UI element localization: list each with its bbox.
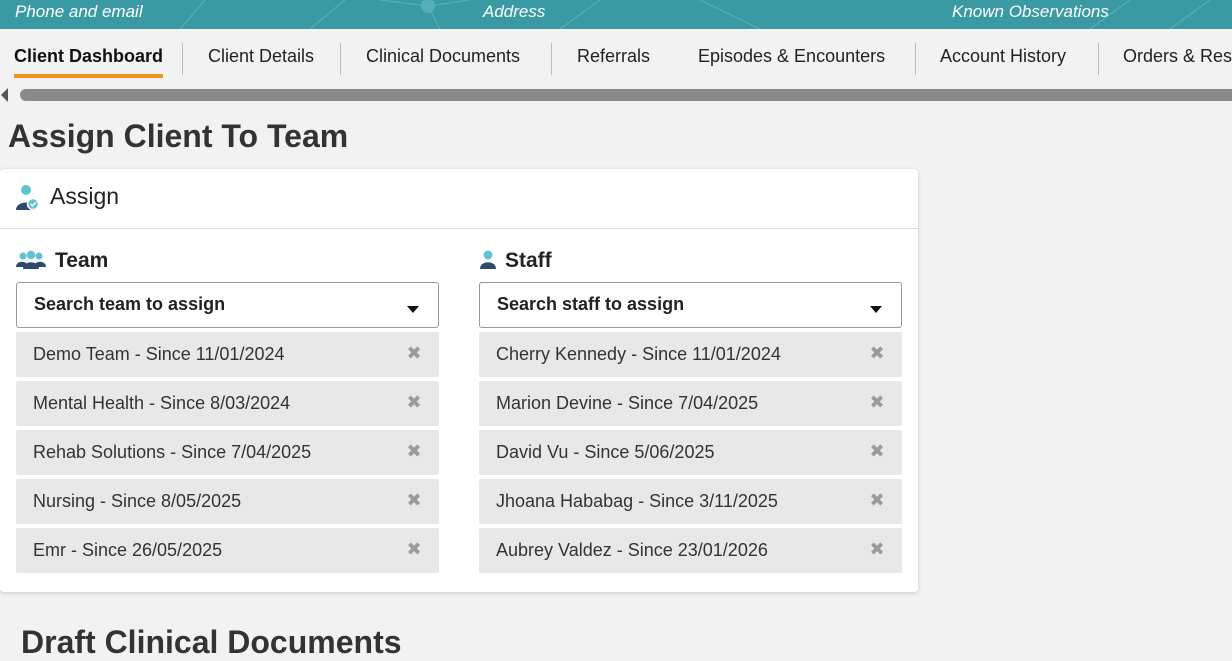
team-column: Team Search team to assign Demo Team - S… [16, 247, 439, 577]
team-item-label: Nursing - Since 8/05/2025 [33, 491, 242, 511]
tab-episodes-encounters[interactable]: Episodes & Encounters [698, 46, 885, 67]
staff-item-label: David Vu - Since 5/06/2025 [496, 442, 715, 462]
team-search-select[interactable]: Search team to assign [16, 282, 439, 328]
staff-list-item: David Vu - Since 5/06/2025 ✖ [479, 430, 902, 475]
remove-icon[interactable]: ✖ [868, 344, 886, 362]
team-item-label: Mental Health - Since 8/03/2024 [33, 393, 291, 413]
staff-search-placeholder: Search staff to assign [497, 294, 685, 314]
staff-list-item: Jhoana Hababag - Since 3/11/2025 ✖ [479, 479, 902, 524]
scroll-left-arrow-icon[interactable] [1, 88, 8, 102]
chevron-down-icon[interactable] [870, 306, 882, 313]
staff-list-item: Marion Devine - Since 7/04/2025 ✖ [479, 381, 902, 426]
user-icon [479, 250, 497, 275]
staff-search-select[interactable]: Search staff to assign [479, 282, 902, 328]
address-heading: Address [483, 2, 546, 21]
tab-client-details[interactable]: Client Details [208, 46, 314, 67]
team-list-item: Emr - Since 26/05/2025 ✖ [16, 528, 439, 573]
remove-icon[interactable]: ✖ [868, 540, 886, 558]
staff-column: Staff Search staff to assign Cherry Kenn… [479, 247, 902, 577]
staff-item-label: Marion Devine - Since 7/04/2025 [496, 393, 759, 413]
tab-divider [1098, 43, 1099, 75]
tab-divider [915, 43, 916, 75]
client-header-bar: Phone and email Address Known Observatio… [0, 0, 1232, 29]
staff-list-item: Cherry Kennedy - Since 11/01/2024 ✖ [479, 332, 902, 377]
team-search-placeholder: Search team to assign [34, 294, 226, 314]
tab-orders-results[interactable]: Orders & Res [1123, 46, 1232, 67]
tab-divider [340, 43, 341, 75]
team-item-label: Rehab Solutions - Since 7/04/2025 [33, 442, 312, 462]
client-tabs: Client Dashboard Client Details Clinical… [0, 29, 1232, 85]
remove-icon[interactable]: ✖ [868, 491, 886, 509]
staff-item-label: Aubrey Valdez - Since 23/01/2026 [496, 540, 768, 560]
user-check-icon [14, 183, 40, 216]
team-heading: Team [16, 247, 439, 275]
staff-list: Cherry Kennedy - Since 11/01/2024 ✖ Mari… [479, 332, 902, 573]
staff-list-item: Aubrey Valdez - Since 23/01/2026 ✖ [479, 528, 902, 573]
chevron-down-icon[interactable] [407, 306, 419, 313]
team-list-item: Demo Team - Since 11/01/2024 ✖ [16, 332, 439, 377]
tab-divider [182, 43, 183, 75]
remove-icon[interactable]: ✖ [405, 393, 423, 411]
team-item-label: Demo Team - Since 11/01/2024 [33, 344, 285, 364]
assign-card: Assign Team Search team to assign Demo T… [0, 169, 918, 592]
phone-email-heading: Phone and email [15, 2, 143, 21]
remove-icon[interactable]: ✖ [868, 393, 886, 411]
page-title: Assign Client To Team [8, 118, 349, 154]
scrollbar-thumb[interactable] [20, 89, 1232, 101]
tab-client-dashboard[interactable]: Client Dashboard [14, 46, 164, 78]
team-list-item: Mental Health - Since 8/03/2024 ✖ [16, 381, 439, 426]
known-observations-heading: Known Observations [952, 2, 1109, 21]
remove-icon[interactable]: ✖ [868, 442, 886, 460]
staff-item-label: Jhoana Hababag - Since 3/11/2025 [496, 491, 778, 511]
staff-title: Staff [505, 249, 552, 272]
tab-referrals[interactable]: Referrals [577, 46, 650, 67]
team-list-item: Nursing - Since 8/05/2025 ✖ [16, 479, 439, 524]
remove-icon[interactable]: ✖ [405, 491, 423, 509]
staff-item-label: Cherry Kennedy - Since 11/01/2024 [496, 344, 781, 364]
group-icon [16, 250, 46, 275]
draft-clinical-documents-title: Draft Clinical Documents [21, 624, 402, 660]
assign-card-header: Assign [0, 169, 918, 229]
tab-divider [551, 43, 552, 75]
staff-heading: Staff [479, 247, 902, 275]
assign-card-title: Assign [50, 183, 120, 209]
tabs-scrollbar[interactable] [0, 87, 1232, 103]
remove-icon[interactable]: ✖ [405, 344, 423, 362]
tab-clinical-documents[interactable]: Clinical Documents [366, 46, 520, 67]
team-title: Team [55, 249, 109, 272]
remove-icon[interactable]: ✖ [405, 442, 423, 460]
team-list: Demo Team - Since 11/01/2024 ✖ Mental He… [16, 332, 439, 573]
tab-account-history[interactable]: Account History [940, 46, 1066, 67]
team-list-item: Rehab Solutions - Since 7/04/2025 ✖ [16, 430, 439, 475]
remove-icon[interactable]: ✖ [405, 540, 423, 558]
team-item-label: Emr - Since 26/05/2025 [33, 540, 223, 560]
